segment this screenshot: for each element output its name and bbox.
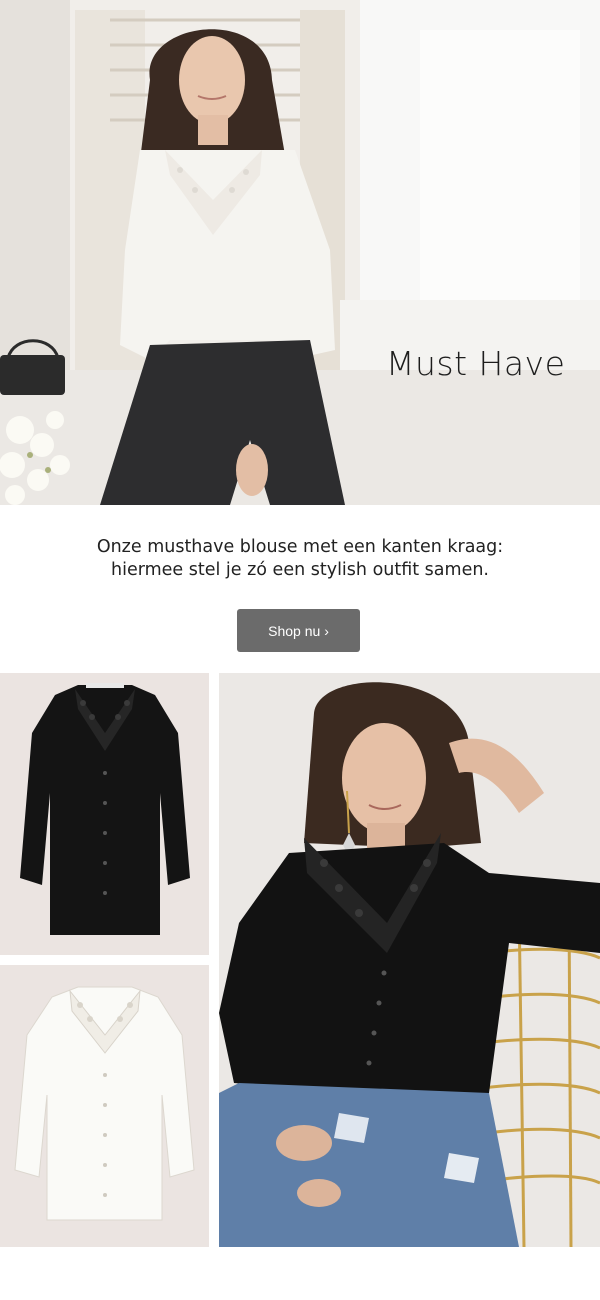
- product-white-blouse[interactable]: [0, 965, 209, 1247]
- model-photo-black-blouse[interactable]: [219, 673, 600, 1247]
- model-photo: [219, 673, 600, 1247]
- product-black-blouse[interactable]: [0, 673, 209, 955]
- intro-text: Onze musthave blouse met een kanten kraa…: [0, 536, 600, 582]
- hero-photo: [0, 0, 600, 505]
- hero-banner[interactable]: Must Have: [0, 0, 600, 505]
- shop-now-button[interactable]: Shop nu ›: [237, 609, 360, 652]
- intro-line-1: Onze musthave blouse met een kanten kraa…: [96, 537, 504, 557]
- black-blouse-photo: [20, 683, 190, 935]
- hero-title: Must Have: [386, 344, 566, 383]
- white-blouse-photo: [14, 986, 195, 1221]
- intro-line-2: hiermee stel je zó een stylish outfit sa…: [110, 560, 489, 580]
